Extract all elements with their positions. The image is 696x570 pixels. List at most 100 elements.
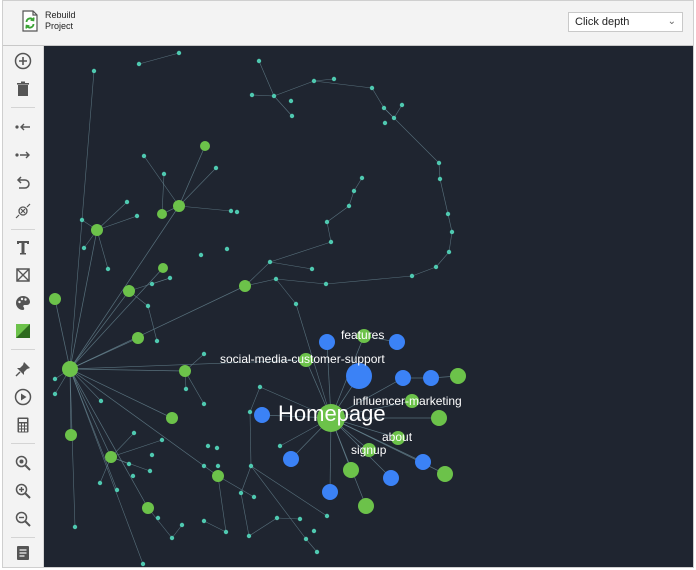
graph-node-small[interactable] — [183, 386, 189, 392]
play-button[interactable] — [11, 385, 35, 409]
calculator-button[interactable] — [11, 413, 35, 437]
graph-node-small[interactable] — [167, 275, 173, 281]
graph-node-b8[interactable] — [415, 454, 431, 470]
graph-node-small[interactable] — [274, 515, 280, 521]
graph-node-b4[interactable] — [395, 370, 411, 386]
graph-node-small[interactable] — [147, 468, 153, 474]
graph-node-small[interactable] — [79, 217, 85, 223]
graph-node-small[interactable] — [159, 437, 165, 443]
graph-node-small[interactable] — [246, 533, 252, 539]
crop-button[interactable] — [11, 263, 35, 287]
graph-node-small[interactable] — [247, 409, 253, 415]
graph-node-small[interactable] — [409, 273, 415, 279]
graph-node-small[interactable] — [234, 209, 240, 215]
graph-node-b5[interactable] — [423, 370, 439, 386]
graph-node-small[interactable] — [149, 281, 155, 287]
graph-node-small[interactable] — [277, 443, 283, 449]
unlink-button[interactable] — [11, 199, 35, 223]
graph-node-small[interactable] — [52, 391, 58, 397]
graph-node-small[interactable] — [223, 529, 229, 535]
graph-node-small[interactable] — [201, 401, 207, 407]
graph-node-g12[interactable] — [358, 498, 374, 514]
graph-node-small[interactable] — [324, 513, 330, 519]
graph-node-small[interactable] — [323, 281, 329, 287]
graph-node-small[interactable] — [311, 528, 317, 534]
graph-node-small[interactable] — [124, 199, 130, 205]
add-button[interactable] — [11, 49, 35, 73]
graph-node-g10[interactable] — [343, 462, 359, 478]
graph-node-c1[interactable] — [173, 200, 185, 212]
graph-node-small[interactable] — [314, 549, 320, 555]
graph-node-small[interactable] — [176, 50, 182, 56]
graph-node-small[interactable] — [72, 524, 78, 530]
graph-node-c10[interactable] — [166, 412, 178, 424]
undo-button[interactable] — [11, 171, 35, 195]
graph-node-c9[interactable] — [157, 209, 167, 219]
graph-node-small[interactable] — [382, 120, 388, 126]
graph-node-small[interactable] — [449, 229, 455, 235]
graph-node-hub[interactable] — [62, 361, 78, 377]
graph-node-small[interactable] — [105, 266, 111, 272]
graph-node-small[interactable] — [351, 188, 357, 194]
graph-node-small[interactable] — [381, 105, 387, 111]
graph-node-c14[interactable] — [158, 263, 168, 273]
graph-node-small[interactable] — [91, 68, 97, 74]
graph-node-small[interactable] — [257, 384, 263, 390]
graph-node-small[interactable] — [201, 518, 207, 524]
delete-button[interactable] — [11, 77, 35, 101]
graph-node-small[interactable] — [228, 208, 234, 214]
zoom-fit-button[interactable] — [11, 451, 35, 475]
graph-node-small[interactable] — [288, 98, 294, 104]
graph-node-b9[interactable] — [322, 484, 338, 500]
graph-node-small[interactable] — [149, 452, 155, 458]
graph-node-small[interactable] — [201, 463, 207, 469]
graph-node-small[interactable] — [256, 58, 262, 64]
outgoing-links-button[interactable] — [11, 143, 35, 167]
graph-node-c13[interactable] — [49, 293, 61, 305]
graph-node-small[interactable] — [359, 175, 365, 181]
graph-node-small[interactable] — [201, 351, 207, 357]
site-graph-canvas[interactable]: Homepage features social-media-customer-… — [44, 46, 693, 567]
graph-node-g5[interactable] — [450, 368, 466, 384]
graph-node-small[interactable] — [141, 153, 147, 159]
graph-node-bigb[interactable] — [346, 363, 372, 389]
graph-node-c5[interactable] — [212, 470, 224, 482]
color-fill-button[interactable] — [11, 319, 35, 343]
graph-node-small[interactable] — [297, 516, 303, 522]
graph-node-small[interactable] — [136, 61, 142, 67]
graph-node-small[interactable] — [331, 76, 337, 82]
pin-button[interactable] — [11, 357, 35, 381]
graph-node-c11[interactable] — [132, 332, 144, 344]
graph-node-small[interactable] — [267, 259, 273, 265]
graph-node-small[interactable] — [446, 249, 452, 255]
graph-node-small[interactable] — [213, 165, 219, 171]
graph-node-small[interactable] — [399, 102, 405, 108]
graph-node-small[interactable] — [248, 463, 254, 469]
graph-node-b2[interactable] — [389, 334, 405, 350]
graph-node-small[interactable] — [198, 252, 204, 258]
graph-node-small[interactable] — [224, 246, 230, 252]
graph-node-g7[interactable] — [431, 410, 447, 426]
graph-node-small[interactable] — [130, 473, 136, 479]
zoom-out-button[interactable] — [11, 507, 35, 531]
graph-node-small[interactable] — [436, 160, 442, 166]
graph-node-small[interactable] — [238, 490, 244, 496]
graph-node-small[interactable] — [249, 92, 255, 98]
graph-node-small[interactable] — [289, 113, 295, 119]
graph-node-small[interactable] — [81, 245, 87, 251]
graph-node-small[interactable] — [169, 535, 175, 541]
graph-node-small[interactable] — [433, 264, 439, 270]
graph-node-c2[interactable] — [91, 224, 103, 236]
graph-node-small[interactable] — [369, 85, 375, 91]
graph-node-small[interactable] — [324, 219, 330, 225]
graph-node-c15[interactable] — [200, 141, 210, 151]
graph-node-b6[interactable] — [283, 451, 299, 467]
graph-node-c7[interactable] — [142, 502, 154, 514]
graph-node-small[interactable] — [311, 78, 317, 84]
rebuild-project-button[interactable]: Rebuild Project — [21, 10, 85, 32]
graph-node-small[interactable] — [98, 398, 104, 404]
text-button[interactable] — [11, 235, 35, 259]
graph-node-small[interactable] — [445, 211, 451, 217]
graph-node-small[interactable] — [52, 376, 58, 382]
graph-node-small[interactable] — [328, 239, 334, 245]
